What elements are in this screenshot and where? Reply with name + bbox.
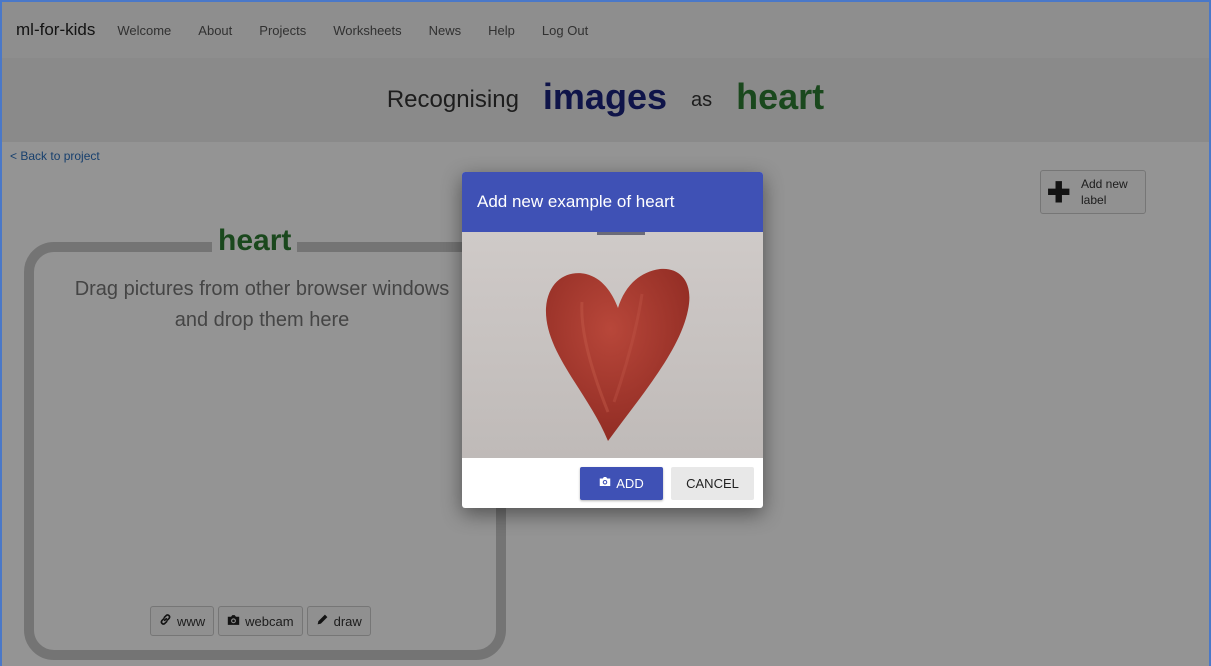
add-button[interactable]: ADD: [580, 466, 663, 500]
add-example-dialog: Add new example of heart ADD CANCEL: [462, 172, 763, 508]
app-frame: ml-for-kids Welcome About Projects Works…: [0, 0, 1211, 666]
webcam-capture-image: [462, 232, 763, 458]
cancel-button-label: CANCEL: [686, 475, 739, 491]
cancel-button[interactable]: CANCEL: [671, 466, 754, 500]
add-button-label: ADD: [616, 475, 644, 491]
dialog-actions: ADD CANCEL: [462, 458, 763, 508]
dialog-title: Add new example of heart: [477, 192, 675, 211]
camera-icon: [599, 476, 611, 490]
dialog-header: Add new example of heart: [462, 172, 763, 232]
